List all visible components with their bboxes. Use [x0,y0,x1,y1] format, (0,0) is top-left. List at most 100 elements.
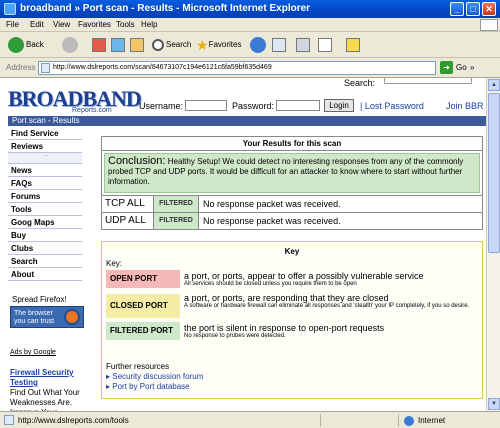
back-arrow-icon [8,36,24,53]
sidebar-item-search[interactable]: Search [8,255,82,268]
zone-label: Internet [418,416,446,426]
conclusion-box: Conclusion: Healthy Setup! We could dete… [104,153,480,193]
home-button[interactable] [130,35,144,55]
menu-help[interactable]: Help [141,20,157,29]
status-divider [398,414,399,427]
results-table: Your Results for this scan Conclusion: H… [101,136,483,230]
minimize-button[interactable]: _ [450,2,464,16]
open-port-subtext: All services should be closed unless you… [184,281,357,287]
open-port-text: a port, or ports, appear to offer a poss… [184,271,424,281]
firefox-badge[interactable]: The browser you can trust [10,306,84,328]
firewall-testing-link[interactable]: Firewall Security Testing [10,368,90,388]
globe-icon [404,416,414,426]
logo-subtext: Reports.com [72,107,112,114]
vertical-scrollbar[interactable]: ▲ ▼ [486,78,500,411]
detail-cell: No response packet was received. [203,199,341,209]
security-zone: Internet [404,416,445,426]
security-forum-link[interactable]: ▸ Security discussion forum [106,372,203,382]
go-button[interactable]: ➜ Go [440,61,467,75]
mail-button[interactable] [272,35,286,55]
key-title: Key [284,247,300,256]
page-status-icon [4,415,14,425]
stop-button[interactable] [92,35,106,55]
maximize-button[interactable]: □ [466,2,480,16]
breadcrumb-text: Port scan - Results [12,116,80,125]
closed-port-description: a port, or ports, are responding that th… [184,293,480,310]
sidebar-item-goog-maps[interactable]: Goog Maps [8,216,82,229]
spread-firefox-label: Spread Firefox! [12,295,67,304]
sidebar-item-forums[interactable]: Forums [8,190,82,203]
media-icon [250,36,266,53]
scroll-up-button[interactable]: ▲ [488,79,500,91]
address-input[interactable]: http://www.dslreports.com/scan/84673107c… [38,61,436,75]
password-input[interactable] [276,100,320,111]
closed-port-subtext: A software or hardware firewall can elim… [184,303,470,309]
menu-tools[interactable]: Tools [116,20,135,29]
open-port-description: a port, or ports, appear to offer a poss… [184,271,480,288]
menu-favorites[interactable]: Favorites [78,20,111,29]
go-arrow-icon: ➜ [440,61,453,74]
scroll-down-button[interactable]: ▼ [488,398,500,410]
sidebar-item-find-service[interactable]: Find Service [8,127,82,140]
site-search-label: Search: [344,78,376,88]
back-button[interactable]: Back [8,35,44,55]
star-icon: ★ [196,37,209,53]
notes-icon [346,37,360,52]
forward-button[interactable] [62,35,80,55]
menu-edit[interactable]: Edit [30,20,44,29]
window-title: broadband » Port scan - Results - Micros… [20,3,311,14]
lost-password-link[interactable]: | Lost Password [360,101,424,111]
edit-button[interactable] [318,35,332,55]
table-row: TCP ALL FILTERED No response packet was … [102,195,482,212]
sidebar-item-about[interactable]: About [8,268,82,281]
messenger-button[interactable] [346,35,360,55]
print-icon [296,37,310,52]
go-label: Go [456,63,467,72]
filtered-port-subtext: No response to probes were detected. [184,333,286,339]
key-legend: Key Key: OPEN PORT a port, or ports, app… [101,241,483,399]
site-search-input[interactable] [384,78,472,84]
status-bar: http://www.dslreports.com/tools Internet [0,411,500,428]
status-badge: FILTERED [154,213,199,229]
join-bbr-link[interactable]: Join BBR [446,101,484,111]
sidebar-item-clubs[interactable]: Clubs [8,242,82,255]
status-url: http://www.dslreports.com/tools [18,416,129,425]
conclusion-title: Conclusion: [108,155,166,167]
favorites-button[interactable]: ★Favorites [196,35,241,55]
links-chevron[interactable]: » [470,63,474,72]
protocol-cell: TCP ALL [102,196,154,212]
menu-view[interactable]: View [53,20,70,29]
forward-arrow-icon [62,36,78,53]
sidebar-item-buy[interactable]: Buy [8,229,82,242]
detail-cell: No response packet was received. [203,216,341,226]
sidebar-nav: Find Service Reviews ·· News FAQs Forums… [8,127,82,281]
close-button[interactable]: ✕ [482,2,496,16]
favorites-label: Favorites [208,40,242,50]
closed-port-badge: CLOSED PORT [106,294,180,318]
sidebar-item-news[interactable]: News [8,164,82,177]
title-bar: broadband » Port scan - Results - Micros… [0,0,500,18]
address-label: Address [6,63,36,72]
back-label: Back [26,40,44,49]
refresh-button[interactable] [111,35,125,55]
status-divider [320,414,321,427]
mail-icon [272,37,286,52]
port-database-link[interactable]: ▸ Port by Port database [106,382,203,392]
menu-file[interactable]: File [6,20,19,29]
print-button[interactable] [296,35,310,55]
firewall-ad-text: Find Out What Your Weaknesses Are. Impro… [10,388,80,411]
scroll-thumb[interactable] [488,93,500,253]
further-resources: Further resources ▸ Security discussion … [106,362,203,392]
firefox-icon [64,309,80,325]
login-button[interactable]: Login [324,99,354,112]
sidebar-item-faqs[interactable]: FAQs [8,177,82,190]
site-logo[interactable]: BROADBAND Reports.com [8,88,142,114]
address-bar: Address http://www.dslreports.com/scan/8… [0,58,500,78]
filtered-port-badge: FILTERED PORT [106,322,180,340]
ads-by-google-link[interactable]: Ads by Google [10,349,56,356]
username-label: Username: [139,101,184,111]
media-button[interactable] [250,35,268,55]
search-button[interactable]: Search [152,35,191,55]
sidebar-item-tools[interactable]: Tools [8,203,82,216]
username-input[interactable] [185,100,227,111]
